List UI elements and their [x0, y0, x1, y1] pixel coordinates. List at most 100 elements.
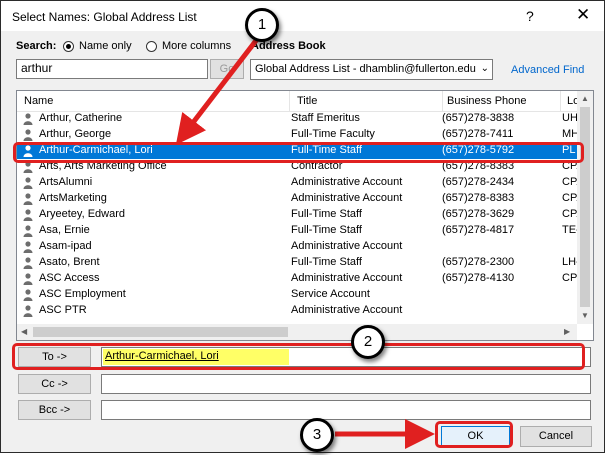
cell-name: Arthur, George — [39, 128, 112, 140]
cell-name: ASC Access — [39, 272, 100, 284]
search-label: Search: — [16, 40, 57, 52]
cell-location: MH — [562, 128, 577, 140]
cell-location — [562, 240, 577, 254]
column-location[interactable]: Location — [567, 95, 577, 109]
cell-name: Asam-ipad — [39, 240, 92, 252]
cell-business-phone: (657)278-4817 — [442, 224, 515, 236]
table-row[interactable]: Arthur, Catherine Staff Emeritus (657)278-… — [17, 111, 577, 127]
person-icon — [23, 129, 33, 141]
cell-title: Full-Time Staff — [291, 256, 362, 268]
horizontal-scrollbar[interactable]: ◀ ▶ — [17, 324, 577, 340]
more-columns-label: More columns — [162, 40, 232, 52]
table-row[interactable]: ArtsAlumni Administrative Account (657)278… — [17, 175, 577, 191]
cell-title: Staff Emeritus — [291, 112, 360, 124]
close-button[interactable]: ✕ — [576, 5, 590, 25]
person-icon — [23, 289, 33, 301]
more-columns-radio[interactable] — [146, 41, 157, 52]
cell-name: ASC Employment — [39, 288, 126, 300]
cell-title: Administrative Account — [291, 192, 403, 204]
scroll-down-icon[interactable]: ▼ — [581, 311, 589, 320]
vertical-scrollbar[interactable]: ▲ ▼ — [577, 91, 593, 324]
table-row[interactable]: Aryeetey, Edward Full-Time Staff (657)278-… — [17, 207, 577, 223]
person-icon — [23, 113, 33, 125]
cell-location — [562, 288, 577, 302]
person-icon — [23, 305, 33, 317]
cell-location: LH- — [562, 256, 577, 268]
address-list: Name Title Business Phone Location Arthu… — [16, 90, 594, 341]
cell-title: Full-Time Staff — [291, 208, 362, 220]
to-field-highlight-box — [12, 343, 585, 370]
cell-business-phone: (657)278-4130 — [442, 272, 515, 284]
cell-name: ArtsMarketing — [39, 192, 107, 204]
cell-name: Arthur, Catherine — [39, 112, 123, 124]
table-row[interactable]: Asam-ipad Administrative Account — [17, 239, 577, 255]
cell-title: Administrative Account — [291, 240, 403, 252]
cell-location: CPA — [562, 192, 577, 204]
title-bar: Select Names: Global Address List ? ✕ — [1, 1, 604, 31]
cell-business-phone — [442, 240, 557, 254]
cell-title: Service Account — [291, 288, 370, 300]
cell-location: CPA — [562, 208, 577, 220]
ok-button-highlight-box — [435, 421, 513, 448]
table-row[interactable]: ASC Access Administrative Account (657)278… — [17, 271, 577, 287]
table-row[interactable]: ASC Employment Service Account — [17, 287, 577, 303]
person-icon — [23, 241, 33, 253]
person-icon — [23, 209, 33, 221]
scrollbar-thumb[interactable] — [580, 107, 590, 307]
name-only-label: Name only — [79, 40, 132, 52]
cell-business-phone: (657)278-2434 — [442, 176, 515, 188]
cell-title: Administrative Account — [291, 176, 403, 188]
scroll-right-icon[interactable]: ▶ — [564, 327, 570, 336]
bcc-button[interactable]: Bcc -> — [18, 400, 91, 420]
cell-business-phone: (657)278-8383 — [442, 192, 515, 204]
bcc-field[interactable] — [101, 400, 591, 420]
person-icon — [23, 273, 33, 285]
column-title[interactable]: Title — [297, 95, 437, 109]
cancel-button[interactable]: Cancel — [520, 426, 592, 447]
person-icon — [23, 225, 33, 237]
go-button[interactable]: Go — [210, 59, 244, 79]
cc-button[interactable]: Cc -> — [18, 374, 91, 394]
table-row[interactable]: ArtsMarketing Administrative Account (657)… — [17, 191, 577, 207]
person-icon — [23, 193, 33, 205]
scroll-left-icon[interactable]: ◀ — [21, 327, 27, 336]
table-row[interactable]: Asa, Ernie Full-Time Staff (657)278-4817 TE… — [17, 223, 577, 239]
cell-location: UH — [562, 112, 577, 124]
cell-business-phone: (657)278-3838 — [442, 112, 515, 124]
address-book-select[interactable]: Global Address List - dhamblin@fullerton… — [250, 59, 493, 80]
column-divider[interactable] — [560, 91, 561, 111]
select-names-dialog: Select Names: Global Address List ? ✕ Se… — [0, 0, 605, 453]
cc-field[interactable] — [101, 374, 591, 394]
cell-business-phone — [442, 288, 557, 302]
cell-title: Administrative Account — [291, 304, 403, 316]
cell-name: Asato, Brent — [39, 256, 100, 268]
cell-business-phone: (657)278-2300 — [442, 256, 515, 268]
cell-location: CPA — [562, 176, 577, 188]
callout-badge-2: 2 — [351, 325, 385, 359]
cell-location: TE-0 — [562, 224, 577, 236]
advanced-find-link[interactable]: Advanced Find — [511, 64, 584, 76]
help-button[interactable]: ? — [526, 8, 534, 24]
cell-location — [562, 304, 577, 318]
cell-location: CP- — [562, 272, 577, 284]
column-divider[interactable] — [442, 91, 443, 111]
table-row[interactable]: Asato, Brent Full-Time Staff (657)278-2300… — [17, 255, 577, 271]
table-row[interactable]: ASC PTR Administrative Account — [17, 303, 577, 319]
callout-badge-1: 1 — [245, 8, 279, 42]
column-business-phone[interactable]: Business Phone — [447, 95, 557, 109]
callout-badge-3: 3 — [300, 418, 334, 452]
cell-title: Administrative Account — [291, 272, 403, 284]
table-row[interactable]: Arthur, George Full-Time Faculty (657)278-… — [17, 127, 577, 143]
column-divider[interactable] — [289, 91, 290, 111]
person-icon — [23, 177, 33, 189]
scrollbar-thumb[interactable] — [33, 327, 288, 337]
cell-business-phone — [442, 304, 557, 318]
search-input[interactable]: arthur — [16, 59, 208, 79]
cell-title: Full-Time Staff — [291, 224, 362, 236]
cell-name: ASC PTR — [39, 304, 87, 316]
name-only-radio[interactable] — [63, 41, 74, 52]
cell-name: Asa, Ernie — [39, 224, 90, 236]
scroll-up-icon[interactable]: ▲ — [581, 94, 589, 103]
cell-name: Aryeetey, Edward — [39, 208, 126, 220]
column-name[interactable]: Name — [24, 95, 284, 109]
